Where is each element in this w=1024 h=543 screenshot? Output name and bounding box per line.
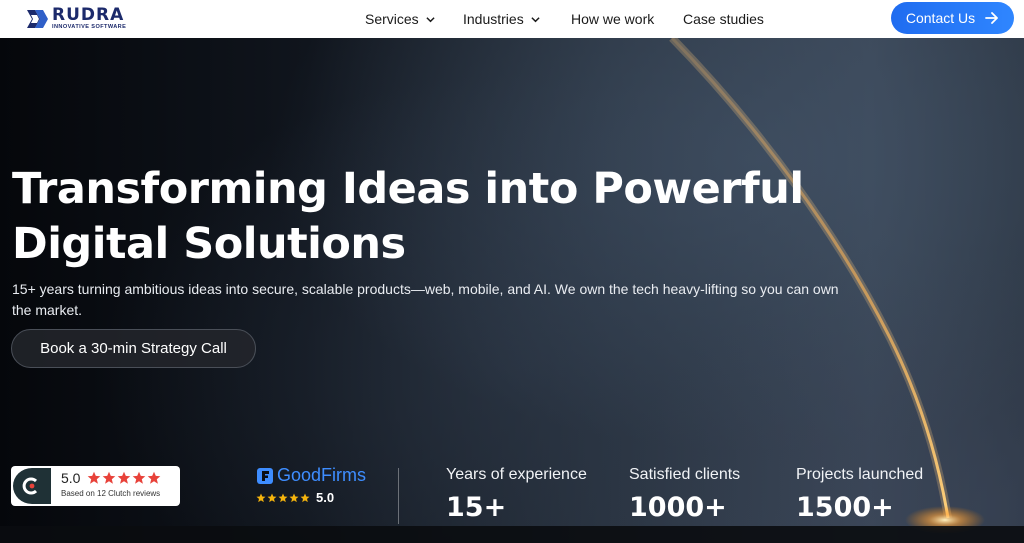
nav-item-services[interactable]: Services	[365, 0, 435, 38]
rudra-logo-icon	[27, 10, 48, 28]
stat-satisfied-clients: Satisfied clients 1000+	[629, 466, 740, 523]
book-strategy-call-button[interactable]: Book a 30-min Strategy Call	[11, 329, 256, 368]
nav-item-case-studies[interactable]: Case studies	[683, 0, 764, 38]
hero-subheadline: 15+ years turning ambitious ideas into s…	[12, 281, 839, 318]
star-icon	[88, 471, 101, 484]
star-icon	[133, 471, 146, 484]
stat-value: 1500+	[796, 492, 894, 523]
star-icon	[118, 471, 131, 484]
hero-section: Transforming Ideas into Powerful Digital…	[0, 38, 1024, 543]
stat-years-experience: Years of experience 15+	[446, 466, 587, 523]
goodfirms-score: 5.0	[316, 490, 335, 505]
stats-divider	[398, 468, 399, 524]
contact-us-label: Contact Us	[905, 10, 976, 26]
brand-tagline: INNOVATIVE SOFTWARE	[52, 24, 127, 31]
clutch-stars	[87, 471, 161, 485]
brand-name: RUDRA	[52, 5, 125, 26]
stat-label: Projects launched	[796, 466, 924, 483]
goodfirms-rating-badge[interactable]: GoodFirms 5.0	[256, 465, 376, 507]
nav-item-label: How we work	[571, 11, 655, 27]
nav-item-label: Case studies	[683, 11, 764, 27]
arrow-right-icon	[985, 12, 999, 24]
nav-item-label: Industries	[463, 11, 524, 27]
goodfirms-logo-icon	[257, 467, 273, 484]
chevron-down-icon	[426, 16, 435, 22]
goodfirms-stars	[256, 493, 310, 503]
stat-label: Satisfied clients	[629, 466, 741, 483]
star-icon	[103, 471, 116, 484]
brand-logo[interactable]: RUDRA INNOVATIVE SOFTWARE	[24, 6, 160, 32]
clutch-caption: Based on 12 Clutch reviews	[61, 489, 161, 498]
nav-item-label: Services	[365, 11, 419, 27]
stat-label: Years of experience	[446, 466, 587, 483]
nav-item-how-we-work[interactable]: How we work	[571, 0, 654, 38]
star-icon	[289, 493, 299, 502]
star-icon	[278, 493, 288, 502]
hero-headline: Transforming Ideas into Powerful Digital…	[12, 164, 804, 269]
star-icon	[267, 493, 277, 502]
star-icon	[148, 471, 161, 484]
stat-value: 15+	[446, 492, 507, 523]
stat-value: 1000+	[629, 492, 727, 523]
contact-us-button[interactable]: Contact Us	[891, 2, 1014, 34]
clutch-score: 5.0	[61, 470, 81, 486]
clutch-rating-badge[interactable]: 5.0 Based on 12 Clutch reviews	[11, 466, 180, 506]
site-header: RUDRA INNOVATIVE SOFTWARE Services Indus…	[0, 0, 1024, 38]
clutch-logo-icon	[13, 468, 51, 504]
nav-item-industries[interactable]: Industries	[463, 0, 540, 38]
stat-projects-launched: Projects launched 1500+	[796, 466, 923, 523]
star-icon	[300, 493, 310, 502]
chevron-down-icon	[531, 16, 540, 22]
star-icon	[256, 493, 266, 502]
goodfirms-brand: GoodFirms	[277, 465, 367, 485]
